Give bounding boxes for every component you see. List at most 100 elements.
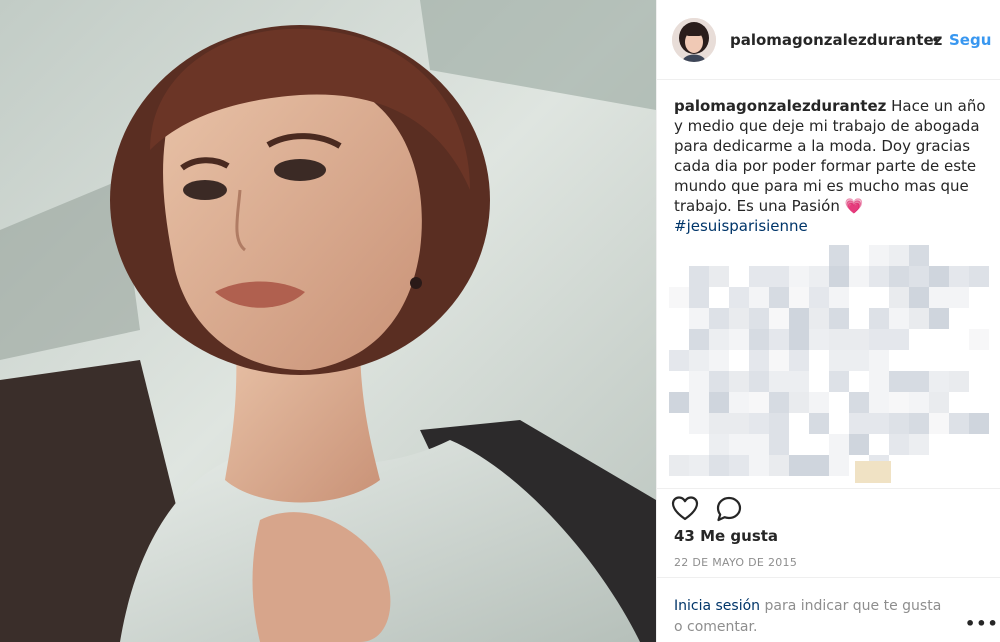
mosaic-block xyxy=(909,413,929,434)
mosaic-block xyxy=(929,413,949,434)
mosaic-block xyxy=(969,413,989,434)
mosaic-block xyxy=(689,455,709,476)
mosaic-block xyxy=(789,308,809,329)
mosaic-block xyxy=(849,434,869,455)
avatar[interactable] xyxy=(672,18,716,62)
mosaic-block xyxy=(929,392,949,413)
mosaic-block xyxy=(869,350,889,371)
mosaic-block xyxy=(749,392,769,413)
post-date: 22 DE MAYO DE 2015 xyxy=(674,556,798,569)
mosaic-block xyxy=(729,434,749,455)
mosaic-block xyxy=(829,434,849,455)
mosaic-block xyxy=(969,329,989,350)
mosaic-block xyxy=(789,329,809,350)
mosaic-block xyxy=(929,287,949,308)
post-header: palomagonzalezdurantez • Segu xyxy=(657,0,1000,80)
separator-dot: • xyxy=(931,31,940,49)
mosaic-block xyxy=(709,392,729,413)
mosaic-block xyxy=(729,413,749,434)
mosaic-block xyxy=(949,287,969,308)
mosaic-block xyxy=(889,308,909,329)
mosaic-block xyxy=(749,266,769,287)
mosaic-block xyxy=(689,287,709,308)
mosaic-block xyxy=(809,392,829,413)
mosaic-block xyxy=(889,266,909,287)
mosaic-block xyxy=(789,350,809,371)
mosaic-block xyxy=(689,371,709,392)
mosaic-block xyxy=(769,434,789,455)
login-link[interactable]: Inicia sesión xyxy=(674,598,760,614)
likes-count[interactable]: 43 Me gusta xyxy=(674,527,778,545)
mosaic-block xyxy=(869,308,889,329)
mosaic-block xyxy=(889,287,909,308)
mosaic-block xyxy=(729,308,749,329)
mosaic-block xyxy=(769,392,789,413)
mosaic-block xyxy=(849,413,869,434)
mosaic-block xyxy=(789,371,809,392)
mosaic-block xyxy=(689,329,709,350)
mosaic-block xyxy=(889,329,909,350)
mosaic-block xyxy=(909,245,929,266)
mosaic-block xyxy=(829,245,849,266)
mosaic-block xyxy=(769,287,789,308)
mosaic-block xyxy=(829,329,849,350)
mosaic-block xyxy=(829,266,849,287)
caption-hashtag[interactable]: #jesuisparisienne xyxy=(674,216,992,236)
mosaic-block xyxy=(669,350,689,371)
post-photo-illustration xyxy=(0,0,656,642)
mosaic-block xyxy=(749,350,769,371)
mosaic-block xyxy=(829,455,849,476)
mosaic-block xyxy=(749,434,769,455)
action-bar xyxy=(657,488,1000,528)
more-options-icon[interactable]: ••• xyxy=(965,614,999,633)
mosaic-block xyxy=(709,350,729,371)
mosaic-block xyxy=(769,329,789,350)
mosaic-block xyxy=(869,245,889,266)
mosaic-block xyxy=(869,266,889,287)
mosaic-block xyxy=(829,350,849,371)
post-photo[interactable] xyxy=(0,0,656,642)
mosaic-block xyxy=(669,455,689,476)
post-caption: palomagonzalezdurantez Hace un año y med… xyxy=(674,96,992,236)
mosaic-block xyxy=(789,287,809,308)
mosaic-block xyxy=(829,287,849,308)
mosaic-block xyxy=(909,266,929,287)
mosaic-block xyxy=(709,308,729,329)
mosaic-block xyxy=(889,245,909,266)
mosaic-block xyxy=(929,371,949,392)
mosaic-block xyxy=(689,266,709,287)
mosaic-block xyxy=(769,266,789,287)
mosaic-block xyxy=(769,308,789,329)
mosaic-block xyxy=(689,413,709,434)
mosaic-block xyxy=(829,371,849,392)
mosaic-block xyxy=(889,413,909,434)
mosaic-block xyxy=(729,287,749,308)
mosaic-block xyxy=(769,413,789,434)
mosaic-block xyxy=(789,266,809,287)
follow-button[interactable]: Segu xyxy=(949,31,991,49)
mosaic-block xyxy=(829,308,849,329)
mosaic-block xyxy=(929,266,949,287)
mosaic-block xyxy=(949,266,969,287)
mosaic-block xyxy=(869,392,889,413)
mosaic-block xyxy=(889,392,909,413)
mosaic-block xyxy=(809,266,829,287)
login-prompt: Inicia sesión para indicar que te gusta … xyxy=(674,596,954,638)
mosaic-block xyxy=(869,371,889,392)
mosaic-block xyxy=(969,266,989,287)
mosaic-block xyxy=(909,392,929,413)
heart-icon[interactable] xyxy=(671,495,699,523)
mosaic-block xyxy=(749,413,769,434)
mosaic-block xyxy=(909,434,929,455)
comment-icon[interactable] xyxy=(715,495,743,523)
post-sidebar: palomagonzalezdurantez • Segu palomagonz… xyxy=(656,0,1000,642)
mosaic-block xyxy=(909,308,929,329)
caption-username[interactable]: palomagonzalezdurantez xyxy=(674,97,886,115)
mosaic-block xyxy=(749,329,769,350)
mosaic-block xyxy=(909,287,929,308)
header-username[interactable]: palomagonzalezdurantez xyxy=(730,31,942,49)
mosaic-block xyxy=(809,413,829,434)
mosaic-block xyxy=(889,371,909,392)
mosaic-block xyxy=(709,413,729,434)
mosaic-block xyxy=(749,287,769,308)
